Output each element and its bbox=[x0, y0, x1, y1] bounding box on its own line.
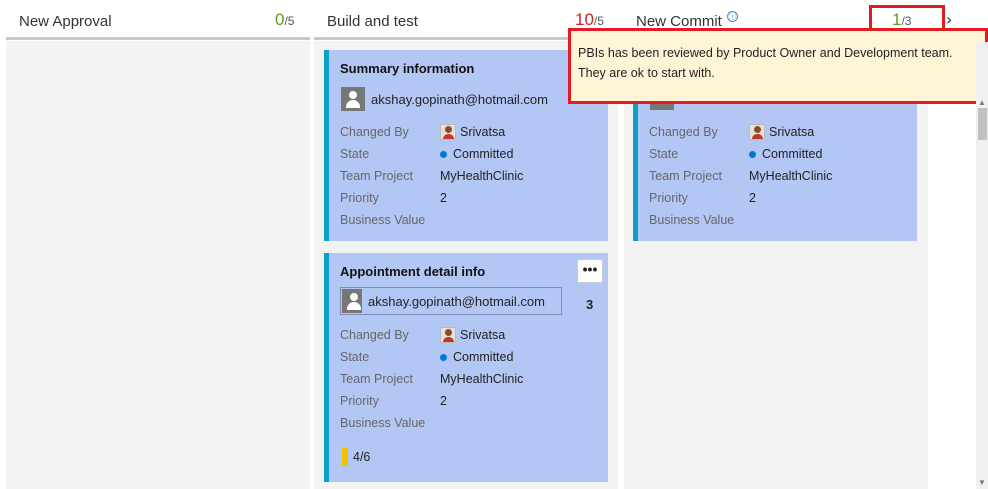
assigned-to[interactable]: akshay.gopinath@hotmail.com bbox=[340, 287, 562, 315]
chevron-right-icon[interactable]: › bbox=[946, 10, 952, 29]
field-team-project: Team Project MyHealthClinic bbox=[340, 165, 523, 187]
field-label: State bbox=[649, 147, 679, 161]
card-fields: Changed By Srivatsa State Committed Team… bbox=[340, 121, 523, 231]
field-state: State Committed bbox=[340, 143, 523, 165]
column-title: Build and test bbox=[327, 13, 418, 30]
field-state: State Committed bbox=[340, 346, 523, 368]
field-value: MyHealthClinic bbox=[440, 169, 524, 183]
assignee-name: akshay.gopinath@hotmail.com bbox=[371, 91, 548, 107]
field-value: MyHealthClinic bbox=[440, 372, 524, 386]
field-value: Srivatsa bbox=[440, 327, 505, 343]
changed-by-name: Srivatsa bbox=[460, 328, 506, 342]
field-state: State Committed bbox=[649, 143, 832, 165]
user-avatar-icon bbox=[440, 327, 456, 343]
field-changed-by: Changed By Srivatsa bbox=[340, 324, 523, 346]
state-dot-icon bbox=[749, 150, 756, 158]
avatar-icon bbox=[342, 289, 362, 313]
field-business-value: Business Value bbox=[340, 412, 523, 434]
field-value: Srivatsa bbox=[749, 124, 814, 140]
user-avatar-icon bbox=[440, 124, 456, 140]
changed-by-name: Srivatsa bbox=[460, 125, 506, 139]
field-value: 2 bbox=[440, 394, 447, 408]
field-label: Team Project bbox=[649, 169, 722, 183]
field-value: 2 bbox=[749, 191, 756, 205]
field-team-project: Team Project MyHealthClinic bbox=[649, 165, 832, 187]
field-value: MyHealthClinic bbox=[749, 169, 833, 183]
state-dot-icon bbox=[440, 150, 447, 158]
field-priority: Priority 2 bbox=[649, 187, 832, 209]
scroll-down-icon[interactable]: ▼ bbox=[978, 478, 986, 487]
field-label: State bbox=[340, 147, 370, 161]
avatar-icon bbox=[341, 87, 365, 111]
task-progress-bar bbox=[342, 448, 348, 466]
info-icon[interactable]: ⓘ bbox=[727, 11, 738, 22]
state-value: Committed bbox=[453, 147, 514, 161]
column-body-new-approval bbox=[6, 41, 310, 489]
wip-limit: /5 bbox=[593, 14, 604, 28]
field-label: Changed By bbox=[340, 328, 409, 342]
field-label: Team Project bbox=[340, 372, 413, 386]
card-title[interactable]: Summary information bbox=[340, 61, 474, 76]
field-value[interactable]: Committed bbox=[440, 147, 513, 161]
state-value: Committed bbox=[453, 350, 514, 364]
field-business-value: Business Value bbox=[649, 209, 832, 231]
card-fields: Changed By Srivatsa State Committed Team… bbox=[649, 121, 832, 231]
field-business-value: Business Value bbox=[340, 209, 523, 231]
field-label: Team Project bbox=[340, 169, 413, 183]
field-priority: Priority 2 bbox=[340, 390, 523, 412]
field-priority: Priority 2 bbox=[340, 187, 523, 209]
field-label: Business Value bbox=[340, 213, 426, 227]
field-label: Priority bbox=[340, 394, 379, 408]
card-fields: Changed By Srivatsa State Committed Team… bbox=[340, 324, 523, 434]
work-item-card[interactable]: Appointment detail info ••• akshay.gopin… bbox=[324, 253, 608, 482]
field-label: Changed By bbox=[340, 125, 409, 139]
card-more-button[interactable]: ••• bbox=[577, 259, 603, 283]
field-label: Business Value bbox=[340, 416, 426, 430]
child-tasks-indicator[interactable]: 4/6 bbox=[342, 448, 370, 466]
state-dot-icon bbox=[440, 353, 447, 361]
column-header-rule bbox=[6, 37, 310, 40]
work-item-card[interactable]: Changed By Srivatsa State Committed Team… bbox=[633, 100, 917, 241]
card-title[interactable]: Appointment detail info bbox=[340, 264, 485, 279]
field-label: Business Value bbox=[649, 213, 735, 227]
field-changed-by: Changed By Srivatsa bbox=[649, 121, 832, 143]
field-value: Srivatsa bbox=[440, 124, 505, 140]
field-team-project: Team Project MyHealthClinic bbox=[340, 368, 523, 390]
card-number: 3 bbox=[586, 297, 594, 312]
field-label: Priority bbox=[340, 191, 379, 205]
scrollbar-thumb[interactable] bbox=[978, 108, 987, 140]
field-value[interactable]: Committed bbox=[749, 147, 822, 161]
task-count: 4/6 bbox=[353, 450, 371, 464]
scroll-up-icon[interactable]: ▲ bbox=[978, 98, 986, 107]
user-avatar-icon bbox=[749, 124, 765, 140]
column-header-new-approval[interactable]: New Approval 0/5 bbox=[0, 0, 310, 40]
field-value[interactable]: Committed bbox=[440, 350, 513, 364]
wip-count: 0/5 bbox=[275, 10, 294, 30]
field-label: Changed By bbox=[649, 125, 718, 139]
assignee-name: akshay.gopinath@hotmail.com bbox=[368, 293, 545, 309]
column-title: New Approval bbox=[19, 13, 112, 30]
column-description-tooltip: PBIs has been reviewed by Product Owner … bbox=[568, 28, 988, 104]
field-value: 2 bbox=[440, 191, 447, 205]
state-value: Committed bbox=[762, 147, 823, 161]
wip-count-value: 10 bbox=[575, 10, 594, 29]
wip-count: 10/5 bbox=[575, 10, 604, 30]
wip-limit: /3 bbox=[901, 14, 912, 28]
field-label: State bbox=[340, 350, 370, 364]
field-label: Priority bbox=[649, 191, 688, 205]
assigned-to[interactable]: akshay.gopinath@hotmail.com bbox=[340, 85, 548, 113]
wip-limit: /5 bbox=[284, 14, 295, 28]
changed-by-name: Srivatsa bbox=[769, 125, 815, 139]
wip-count: 1/3 bbox=[892, 10, 911, 30]
work-item-card[interactable]: Summary information akshay.gopinath@hotm… bbox=[324, 50, 608, 241]
field-changed-by: Changed By Srivatsa bbox=[340, 121, 523, 143]
